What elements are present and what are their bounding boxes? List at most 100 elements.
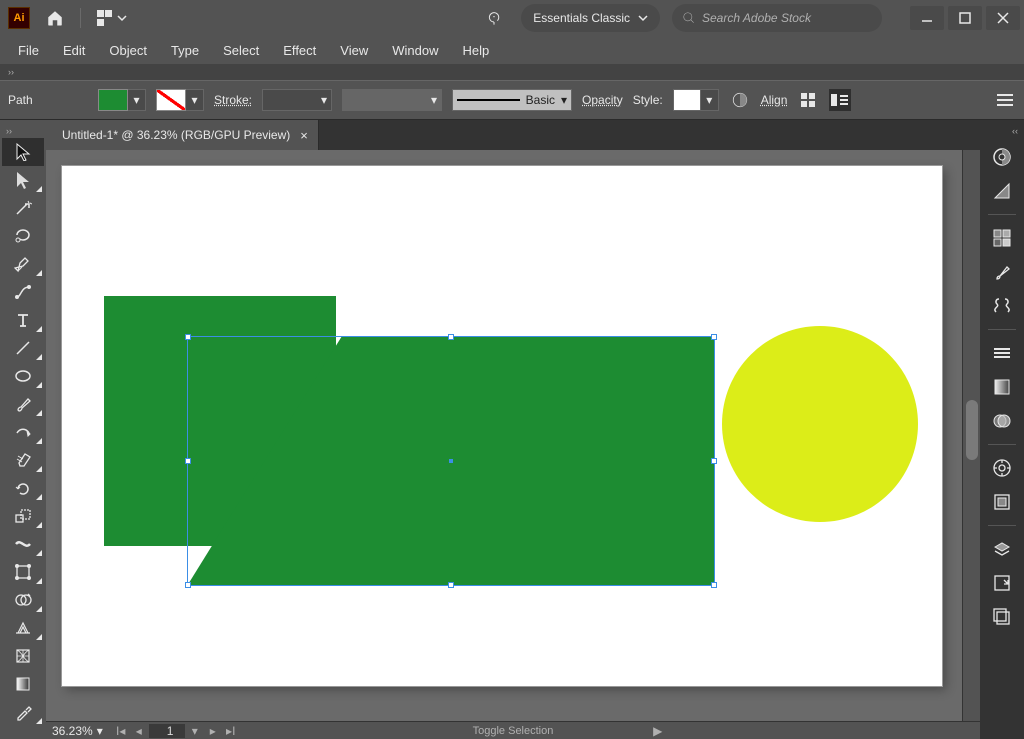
tool-type[interactable] xyxy=(2,306,44,334)
panel-transparency[interactable] xyxy=(984,406,1020,436)
search-icon xyxy=(682,11,696,25)
tool-eyedropper[interactable] xyxy=(2,698,44,726)
panel-swatches[interactable] xyxy=(984,223,1020,253)
chevron-down-icon xyxy=(638,13,648,23)
maximize-button[interactable] xyxy=(948,6,982,30)
workspace-switcher[interactable]: Essentials Classic xyxy=(521,4,660,32)
panel-graphic-styles[interactable] xyxy=(984,487,1020,517)
menu-edit[interactable]: Edit xyxy=(51,39,97,62)
last-artboard-button[interactable]: ▸I xyxy=(223,724,239,738)
tool-selection[interactable] xyxy=(2,138,44,166)
chevron-down-icon: ▾ xyxy=(97,724,103,738)
document-tab-title: Untitled-1* @ 36.23% (RGB/GPU Preview) xyxy=(62,128,290,142)
panel-asset-export[interactable] xyxy=(984,568,1020,598)
control-bar-expand[interactable]: ›› xyxy=(0,64,1024,80)
tool-gradient[interactable] xyxy=(2,670,44,698)
close-tab-button[interactable]: × xyxy=(300,128,308,143)
vertical-scrollbar[interactable] xyxy=(962,150,980,721)
tool-ellipse[interactable] xyxy=(2,362,44,390)
menu-view[interactable]: View xyxy=(328,39,380,62)
menubar: File Edit Object Type Select Effect View… xyxy=(0,36,1024,64)
tool-pencil[interactable] xyxy=(2,418,44,446)
prev-artboard-button[interactable]: ◂ xyxy=(131,724,147,738)
selection-kind: Path xyxy=(8,93,88,107)
panel-menu-button[interactable] xyxy=(994,89,1016,111)
menu-window[interactable]: Window xyxy=(380,39,450,62)
tool-width[interactable] xyxy=(2,530,44,558)
arrange-documents-button[interactable] xyxy=(93,5,131,31)
opacity-label[interactable]: Opacity xyxy=(582,93,623,107)
minimize-button[interactable] xyxy=(910,6,944,30)
tool-panel: ›› xyxy=(0,120,46,739)
tool-scale[interactable] xyxy=(2,502,44,530)
control-bar: Path ▾ ▾ Stroke: ▾ ▾ Basic ▾ Opacity Sty… xyxy=(0,80,1024,120)
panel-dock-collapse[interactable]: ‹‹ xyxy=(980,124,1024,138)
variable-width-profile-dropdown[interactable]: ▾ xyxy=(342,89,442,111)
style-label: Style: xyxy=(633,93,663,107)
close-window-button[interactable] xyxy=(986,6,1020,30)
align-label[interactable]: Align xyxy=(761,93,788,107)
chevron-down-icon xyxy=(117,13,127,23)
tool-lasso[interactable] xyxy=(2,222,44,250)
next-artboard-button[interactable]: ▸ xyxy=(205,724,221,738)
artboard-navigation: I◂ ◂ 1 ▾ ▸ ▸I xyxy=(109,724,243,738)
panel-color-guide[interactable] xyxy=(984,176,1020,206)
chevron-down-icon: ▾ xyxy=(128,89,146,111)
menu-help[interactable]: Help xyxy=(450,39,501,62)
transform-panel-button[interactable] xyxy=(797,89,819,111)
menu-file[interactable]: File xyxy=(6,39,51,62)
document-tab[interactable]: Untitled-1* @ 36.23% (RGB/GPU Preview) × xyxy=(46,120,319,150)
panel-color[interactable] xyxy=(984,142,1020,172)
panel-symbols[interactable] xyxy=(984,291,1020,321)
menu-object[interactable]: Object xyxy=(97,39,159,62)
tool-panel-collapse[interactable]: ›› xyxy=(0,124,46,138)
graphic-style-dropdown[interactable]: ▾ xyxy=(673,89,719,111)
status-menu-button[interactable]: ▶ xyxy=(653,724,662,738)
workspace-label: Essentials Classic xyxy=(533,11,630,25)
fill-swatch[interactable]: ▾ xyxy=(98,89,146,111)
panel-appearance[interactable] xyxy=(984,453,1020,483)
artboard[interactable] xyxy=(62,166,942,686)
tool-paintbrush[interactable] xyxy=(2,390,44,418)
stroke-swatch[interactable]: ▾ xyxy=(156,89,204,111)
panel-layers[interactable] xyxy=(984,534,1020,564)
artboard-index[interactable]: 1 xyxy=(149,724,185,738)
panel-artboards[interactable] xyxy=(984,602,1020,632)
tool-magic-wand[interactable] xyxy=(2,194,44,222)
search-stock-input[interactable]: Search Adobe Stock xyxy=(672,4,882,32)
stroke-weight-dropdown[interactable]: ▾ xyxy=(262,89,332,111)
tool-pen[interactable] xyxy=(2,250,44,278)
scrollbar-thumb[interactable] xyxy=(966,400,978,460)
stroke-label: Stroke: xyxy=(214,93,252,107)
menu-select[interactable]: Select xyxy=(211,39,271,62)
canvas[interactable]: 36.23% ▾ I◂ ◂ 1 ▾ ▸ ▸I Toggle Selection … xyxy=(46,150,980,739)
panel-gradient[interactable] xyxy=(984,372,1020,402)
discover-button[interactable] xyxy=(483,5,509,31)
zoom-level-dropdown[interactable]: 36.23% ▾ xyxy=(46,722,109,739)
menu-type[interactable]: Type xyxy=(159,39,211,62)
tool-rotate[interactable] xyxy=(2,474,44,502)
shape-parallelogram-selected[interactable] xyxy=(187,336,715,586)
first-artboard-button[interactable]: I◂ xyxy=(113,724,129,738)
recolor-artwork-button[interactable] xyxy=(729,89,751,111)
panel-stroke[interactable] xyxy=(984,338,1020,368)
tool-line[interactable] xyxy=(2,334,44,362)
shape-circle[interactable] xyxy=(722,326,918,522)
tool-mesh[interactable] xyxy=(2,642,44,670)
titlebar: Ai Essentials Classic Search Adobe Stock xyxy=(0,0,1024,36)
isolate-button[interactable] xyxy=(829,89,851,111)
tool-perspective-grid[interactable] xyxy=(2,614,44,642)
tool-curvature[interactable] xyxy=(2,278,44,306)
tool-direct-selection[interactable] xyxy=(2,166,44,194)
panel-brushes[interactable] xyxy=(984,257,1020,287)
brush-definition-dropdown[interactable]: Basic ▾ xyxy=(452,89,572,111)
status-message: Toggle Selection xyxy=(473,725,554,737)
grid-icon xyxy=(97,10,113,26)
chevron-down-icon[interactable]: ▾ xyxy=(187,724,203,738)
home-button[interactable] xyxy=(42,5,68,31)
document-tabs: Untitled-1* @ 36.23% (RGB/GPU Preview) × xyxy=(46,120,980,150)
tool-shape-builder[interactable] xyxy=(2,586,44,614)
tool-free-transform[interactable] xyxy=(2,558,44,586)
tool-eraser[interactable] xyxy=(2,446,44,474)
menu-effect[interactable]: Effect xyxy=(271,39,328,62)
